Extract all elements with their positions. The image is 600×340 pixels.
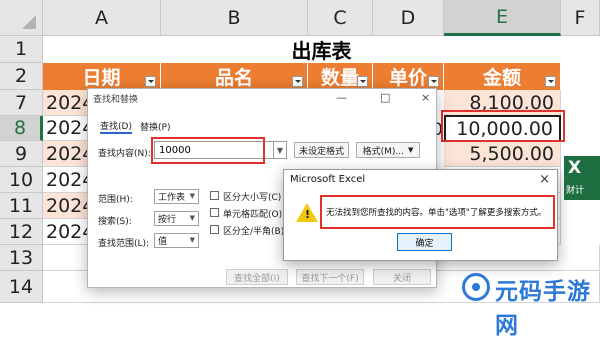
highlight-box-message bbox=[320, 195, 555, 229]
header-cell-amount[interactable]: 金额 bbox=[444, 63, 561, 90]
row-header-1[interactable]: 1 bbox=[0, 36, 43, 63]
search-order-select[interactable]: 按行 ▼ bbox=[154, 211, 199, 226]
filter-dropdown-icon[interactable] bbox=[292, 76, 303, 87]
match-entire-cell-checkbox[interactable] bbox=[210, 208, 219, 217]
chevron-down-icon: ▼ bbox=[407, 146, 414, 154]
chevron-down-icon: ▼ bbox=[189, 236, 195, 244]
highlight-box-find-input bbox=[151, 137, 265, 164]
watermark-logo-icon bbox=[462, 273, 490, 301]
header-unit-price-label: 单价 bbox=[388, 67, 427, 89]
look-in-label: 查找范围(L): bbox=[98, 239, 150, 249]
chevron-down-icon: ▼ bbox=[189, 192, 195, 200]
find-all-button[interactable]: 查找全部(I) bbox=[226, 269, 288, 285]
look-in-select[interactable]: 值 ▼ bbox=[154, 233, 199, 248]
header-cell-unit-price[interactable]: 单价 bbox=[373, 63, 444, 90]
search-order-label: 搜索(S): bbox=[98, 217, 132, 227]
close-button[interactable]: 关闭 bbox=[373, 269, 431, 285]
column-header-e[interactable]: E bbox=[444, 0, 561, 36]
chevron-down-icon: ▼ bbox=[189, 214, 195, 222]
amount-cell[interactable]: 5,500.00 bbox=[444, 141, 561, 167]
filter-dropdown-icon[interactable] bbox=[145, 76, 156, 87]
tab-find[interactable]: 查找(D) bbox=[100, 119, 132, 134]
match-case-checkbox[interactable] bbox=[210, 191, 219, 200]
match-case-label: 区分大小写(C) bbox=[223, 193, 282, 203]
find-what-label: 查找内容(N): bbox=[98, 149, 151, 159]
header-cell-product[interactable]: 品名 bbox=[161, 63, 308, 90]
find-history-dropdown[interactable]: ▼ bbox=[273, 141, 287, 159]
row-header-10[interactable]: 10 bbox=[0, 167, 43, 193]
match-byte-checkbox[interactable] bbox=[210, 225, 219, 234]
header-quantity-label: 数量 bbox=[320, 67, 359, 89]
column-header-b[interactable]: B bbox=[161, 0, 308, 36]
column-header-d[interactable]: D bbox=[373, 0, 444, 36]
excel-logo: X 财计 bbox=[564, 156, 600, 200]
chevron-down-icon: ▼ bbox=[276, 145, 284, 155]
look-in-value: 值 bbox=[158, 237, 168, 247]
column-header-f[interactable]: F bbox=[561, 0, 600, 36]
format-button[interactable]: 格式(M)... ▼ bbox=[356, 142, 420, 158]
excel-x-icon: X bbox=[568, 158, 582, 178]
tab-replace[interactable]: 替换(P) bbox=[140, 119, 170, 134]
row-header-13[interactable]: 13 bbox=[0, 245, 43, 271]
match-entire-cell-label: 单元格匹配(O) bbox=[223, 210, 283, 220]
format-button-label: 格式(M)... bbox=[362, 146, 404, 157]
row-header-2[interactable]: 2 bbox=[0, 63, 43, 90]
row-header-8[interactable]: 8 bbox=[0, 116, 43, 141]
scope-select[interactable]: 工作表 ▼ bbox=[154, 189, 199, 204]
find-next-button[interactable]: 查找下一个(F) bbox=[296, 269, 364, 285]
column-header-a[interactable]: A bbox=[43, 0, 161, 36]
filter-dropdown-icon[interactable] bbox=[357, 76, 368, 87]
minimize-icon[interactable]: — bbox=[336, 91, 347, 104]
watermark-text: 元码手游网 bbox=[495, 279, 591, 339]
warning-exclamation-icon: ! bbox=[305, 208, 311, 221]
column-header-c[interactable]: C bbox=[308, 0, 373, 36]
message-box-title: Microsoft Excel bbox=[290, 174, 366, 185]
filter-dropdown-icon[interactable] bbox=[545, 76, 556, 87]
header-amount-label: 金额 bbox=[482, 67, 521, 89]
search-order-value: 按行 bbox=[158, 215, 177, 225]
highlight-box-active-cell bbox=[441, 110, 565, 142]
row-header-9[interactable]: 9 bbox=[0, 141, 43, 167]
close-icon[interactable]: × bbox=[539, 172, 550, 187]
format-status-button[interactable]: 未设定格式 bbox=[294, 142, 349, 158]
row-header-11[interactable]: 11 bbox=[0, 193, 43, 219]
excel-logo-label: 财计 bbox=[566, 186, 585, 196]
row-header-12[interactable]: 12 bbox=[0, 219, 43, 245]
row-header-14[interactable]: 14 bbox=[0, 271, 43, 303]
filter-dropdown-icon[interactable] bbox=[428, 76, 439, 87]
maximize-icon[interactable]: □ bbox=[380, 91, 390, 104]
scope-value: 工作表 bbox=[158, 193, 186, 203]
sheet-title[interactable]: 出库表 bbox=[43, 36, 600, 63]
scope-label: 范围(H): bbox=[98, 195, 133, 205]
header-date-label: 日期 bbox=[82, 67, 121, 89]
header-product-label: 品名 bbox=[214, 67, 253, 89]
select-all-triangle-icon bbox=[22, 15, 36, 29]
header-cell-date[interactable]: 日期 bbox=[43, 63, 161, 90]
ok-button[interactable]: 确定 bbox=[397, 233, 452, 251]
excel-message-box: Microsoft Excel × ! 无法找到您所查找的内容。单击"选项"了解… bbox=[283, 169, 558, 261]
header-cell-quantity[interactable]: 数量 bbox=[308, 63, 373, 90]
row-header-7[interactable]: 7 bbox=[0, 90, 43, 116]
close-icon[interactable]: × bbox=[421, 91, 430, 104]
dialog-title: 查找和替换 bbox=[93, 95, 139, 105]
match-byte-label: 区分全/半角(B) bbox=[223, 227, 285, 237]
